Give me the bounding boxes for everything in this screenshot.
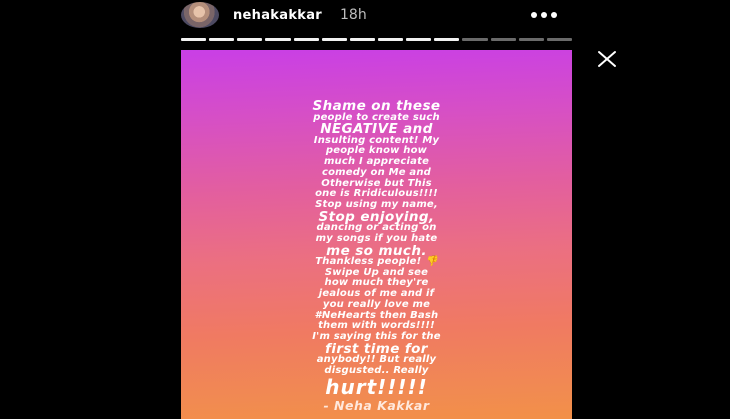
story-progress-bar <box>181 38 572 41</box>
more-dot <box>551 12 557 18</box>
progress-segment <box>546 38 572 41</box>
story-text-line: you really love me <box>322 298 431 310</box>
progress-segment <box>490 38 516 41</box>
avatar[interactable] <box>181 2 219 28</box>
more-dot <box>541 12 547 18</box>
progress-segment <box>406 38 432 41</box>
story-text-line: NEGATIVE and <box>320 121 433 138</box>
progress-segment <box>518 38 544 41</box>
story-header: nehakakkar 18h <box>0 0 730 36</box>
progress-segment <box>434 38 460 41</box>
story-text-line: hurt!!!!! <box>325 374 428 399</box>
more-dot <box>531 12 537 18</box>
username[interactable]: nehakakkar <box>233 8 322 23</box>
story-text-line: - Neha Kakkar <box>323 397 430 413</box>
close-icon[interactable] <box>596 50 618 68</box>
timestamp: 18h <box>340 7 367 23</box>
story-text-line: comedy on Me and <box>321 166 432 178</box>
more-horizontal-icon[interactable] <box>526 7 562 23</box>
progress-segment <box>181 38 207 41</box>
progress-segment <box>293 38 319 41</box>
story-text: Shame on these people to create such NEGAT… <box>181 100 572 413</box>
progress-segment <box>377 38 404 41</box>
progress-segment <box>321 38 347 41</box>
story-content[interactable]: Shame on these people to create such NEGAT… <box>181 50 572 419</box>
progress-segment <box>209 38 235 41</box>
progress-segment <box>349 38 375 41</box>
progress-segment <box>462 38 488 41</box>
progress-segment <box>237 38 263 41</box>
progress-segment <box>265 38 291 41</box>
story-text-line: Shame on these <box>312 98 441 114</box>
